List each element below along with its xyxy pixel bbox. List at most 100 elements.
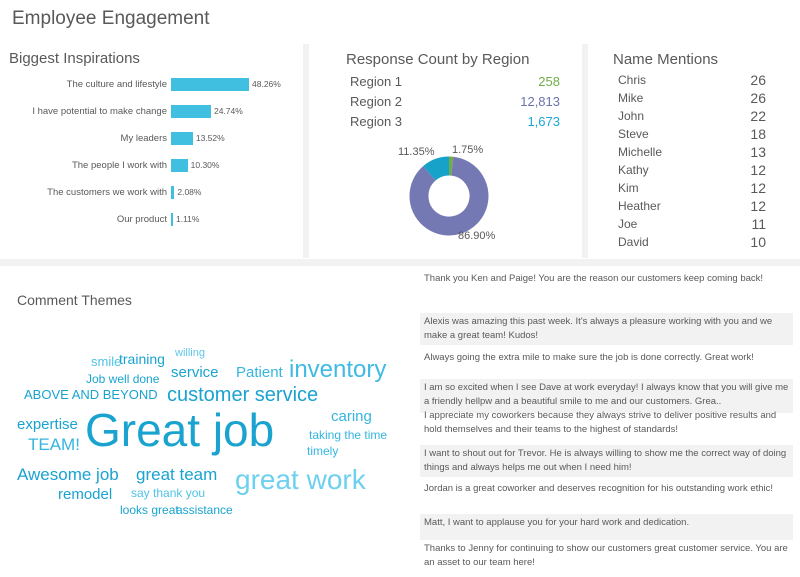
donut-slice-label: 86.90%: [458, 230, 496, 242]
bar-label: I have potential to make change: [32, 106, 167, 117]
word-cloud-term: timely: [307, 444, 339, 458]
comments-panel[interactable]: Thank you Ken and Paige! You are the rea…: [420, 266, 800, 577]
bar: [171, 105, 211, 118]
bar-row: Our product 1.11%: [0, 210, 303, 230]
comment-item[interactable]: I appreciate my coworkers because they a…: [420, 407, 793, 439]
word-cloud-term: great work: [235, 464, 366, 495]
comment-item[interactable]: Always going the extra mile to make sure…: [420, 349, 793, 375]
donut-slice-label: 11.35%: [398, 146, 435, 158]
bar-value-label: 2.08%: [177, 187, 202, 197]
bar-value-label: 48.26%: [252, 79, 281, 89]
name-count: 12: [750, 180, 766, 196]
name-count: 11: [751, 216, 766, 232]
name-row: John 22: [618, 108, 766, 127]
comment-item[interactable]: Alexis was amazing this past week. It's …: [420, 313, 793, 345]
region-donut-chart: [409, 156, 489, 236]
bar: [171, 78, 249, 91]
name-count: 22: [750, 108, 766, 124]
bar-row: The customers we work with 2.08%: [0, 183, 303, 203]
bar-value-label: 13.52%: [195, 133, 225, 143]
bar-label: My leaders: [120, 133, 167, 144]
themes-title: Comment Themes: [17, 292, 132, 308]
bar-row: My leaders 13.52%: [0, 129, 303, 149]
name-label: Kathy: [618, 163, 649, 177]
word-cloud-term: Awesome job: [17, 465, 119, 484]
word-cloud-term: caring: [331, 408, 372, 425]
word-cloud-term: expertise: [17, 416, 78, 433]
comment-item[interactable]: Jordan is a great coworker and deserves …: [420, 480, 793, 512]
bar: [171, 132, 193, 145]
donut-slice: [423, 156, 450, 181]
inspirations-panel: Biggest Inspirations The culture and lif…: [0, 44, 303, 258]
name-label: Heather: [618, 199, 661, 213]
bar-label: The people I work with: [71, 160, 167, 171]
bar-label: The customers we work with: [47, 187, 167, 198]
bar-value-label: 24.74%: [213, 106, 243, 116]
bar-value-label: 1.11%: [176, 214, 200, 224]
bar-row: The people I work with 10.30%: [0, 156, 303, 176]
name-count: 18: [750, 126, 766, 142]
name-count: 26: [750, 72, 766, 88]
divider: [582, 44, 588, 258]
name-row: Kathy 12: [618, 162, 766, 181]
bar-row: I have potential to make change 24.74%: [0, 102, 303, 122]
word-cloud-term: remodel: [58, 486, 113, 503]
word-cloud-term: training: [119, 351, 165, 367]
word-cloud-term: ABOVE AND BEYOND: [24, 387, 158, 402]
region-panel: Response Count by Region Region 1 258 Regi…: [310, 44, 582, 258]
word-cloud-term: inventory: [289, 356, 387, 383]
name-count: 10: [750, 234, 766, 250]
name-row: Steve 18: [618, 126, 766, 145]
word-cloud-term: taking the time: [309, 428, 388, 442]
name-row: Heather 12: [618, 198, 766, 217]
name-row: Mike 26: [618, 90, 766, 109]
word-cloud-term: Great job: [85, 404, 275, 456]
bar: [171, 186, 175, 199]
dashboard-title: Employee Engagement: [12, 8, 210, 29]
bar-label: The culture and lifestyle: [66, 79, 167, 90]
bar-value-label: 10.30%: [190, 160, 220, 170]
name-count: 12: [750, 162, 766, 178]
divider: [303, 44, 309, 258]
word-cloud-term: great team: [136, 465, 218, 484]
name-row: Joe 11: [618, 216, 766, 235]
word-cloud-term: customer service: [167, 384, 319, 406]
inspirations-title: Biggest Inspirations: [9, 50, 140, 67]
name-label: Joe: [618, 217, 638, 231]
word-cloud-term: assistance: [176, 503, 233, 517]
word-cloud-term: service: [171, 364, 219, 381]
name-label: Chris: [618, 73, 647, 87]
bar-label: Our product: [116, 214, 167, 225]
comment-item[interactable]: Matt, I want to applause you for your ha…: [420, 514, 793, 540]
name-row: Chris 26: [618, 72, 766, 91]
donut-slice-label: 1.75%: [452, 144, 484, 156]
name-label: Michelle: [618, 145, 663, 159]
word-cloud-term: say thank you: [131, 486, 206, 500]
name-row: David 10: [618, 234, 766, 253]
comment-item[interactable]: I want to shout out for Trevor. He is al…: [420, 445, 793, 477]
bar: [171, 213, 173, 226]
word-cloud-term: smile: [91, 354, 122, 369]
name-row: Kim 12: [618, 180, 766, 199]
name-count: 12: [750, 198, 766, 214]
comment-item[interactable]: Thank you Ken and Paige! You are the rea…: [420, 270, 793, 302]
comment-item[interactable]: Thanks to Jenny for continuing to show o…: [420, 540, 793, 574]
names-title: Name Mentions: [613, 51, 719, 68]
name-count: 26: [750, 90, 766, 106]
bar-row: The culture and lifestyle 48.26%: [0, 75, 303, 95]
word-cloud-term: willing: [175, 347, 205, 359]
name-label: David: [618, 235, 649, 249]
name-count: 13: [750, 144, 766, 160]
themes-panel: Comment Themes smile training willing servi…: [0, 266, 412, 577]
word-cloud-term: Patient: [236, 364, 283, 381]
name-label: John: [618, 109, 645, 123]
word-cloud-term: TEAM!: [28, 435, 80, 454]
name-label: Kim: [618, 181, 639, 195]
divider: [0, 259, 800, 266]
word-cloud-term: Job well done: [86, 372, 160, 386]
bar: [171, 159, 188, 172]
word-cloud-term: looks great: [120, 503, 179, 517]
name-label: Steve: [618, 127, 649, 141]
name-row: Michelle 13: [618, 144, 766, 163]
name-label: Mike: [618, 91, 644, 105]
